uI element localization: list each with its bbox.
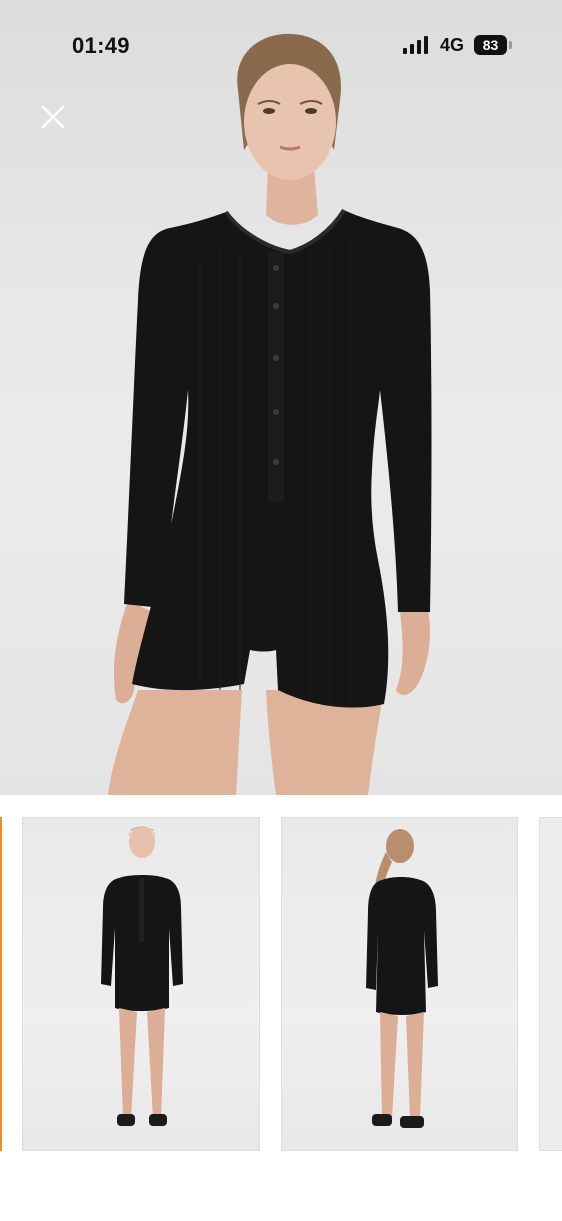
battery-level: 83 [474, 35, 507, 55]
cellular-signal-icon [403, 36, 428, 54]
status-time: 01:49 [72, 33, 130, 58]
product-gallery-screen: 01:49 4G 83 [0, 0, 562, 1221]
model-illustration [108, 33, 432, 795]
thumbnail-back-view[interactable] [281, 817, 518, 1151]
thumbnail-front-view[interactable] [22, 817, 260, 1151]
battery-tip [509, 41, 512, 49]
close-icon [41, 105, 65, 129]
back-view-figure [366, 829, 438, 1128]
thumbnail-strip[interactable] [0, 795, 562, 1221]
thumbnail-next-partial[interactable] [539, 817, 562, 1151]
front-view-figure [101, 826, 183, 1126]
battery-indicator: 83 [474, 35, 512, 55]
status-bar: 01:49 4G 83 [0, 0, 562, 90]
hero-product-image[interactable] [0, 0, 562, 795]
network-type-label: 4G [440, 35, 465, 55]
close-button[interactable] [34, 98, 72, 136]
thumbnail-active-partial[interactable] [0, 817, 2, 1151]
